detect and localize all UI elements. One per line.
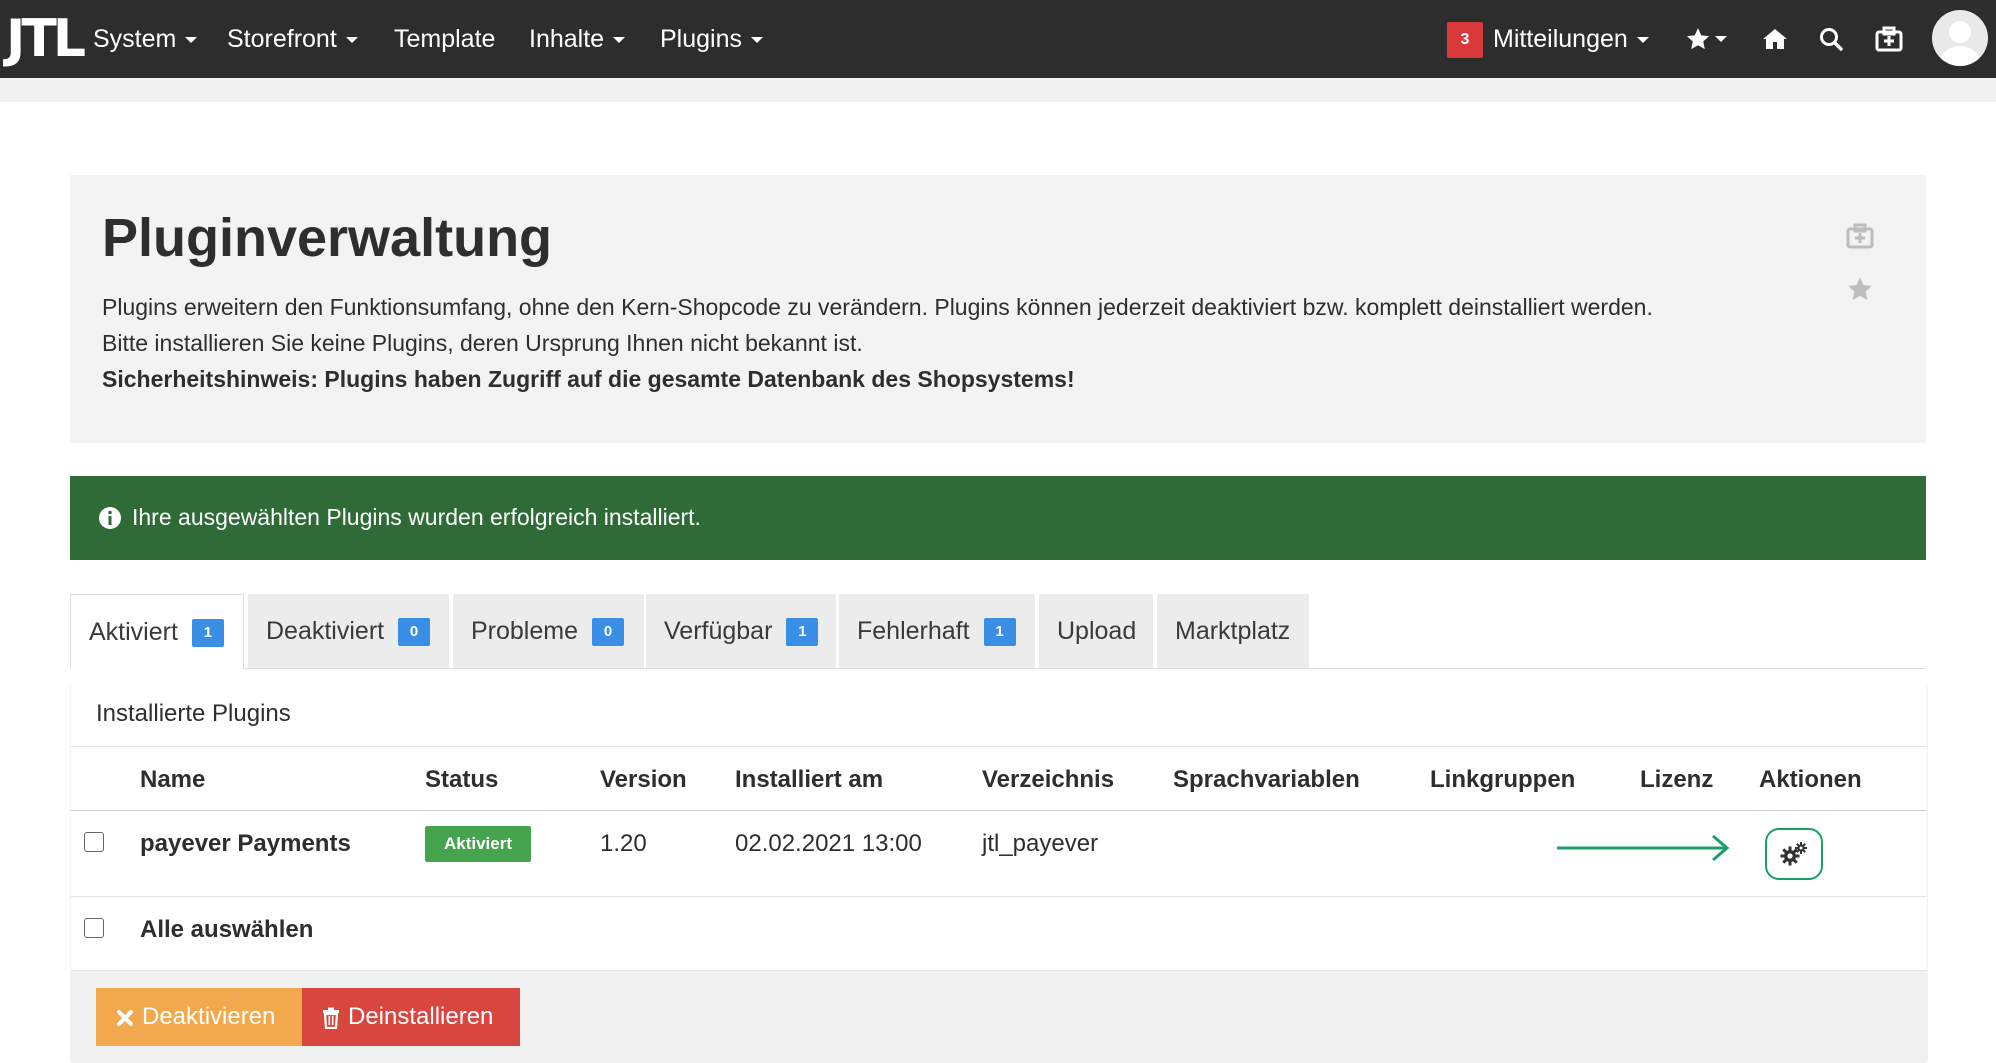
plugin-name: payever Payments xyxy=(140,830,351,857)
uninstall-button[interactable]: Deinstallieren xyxy=(302,988,520,1046)
chevron-down-icon xyxy=(1715,36,1727,42)
tabs-border xyxy=(70,668,1926,669)
search-icon xyxy=(1820,28,1843,51)
user-icon xyxy=(1938,21,1982,66)
nav-storefront[interactable]: Storefront xyxy=(227,0,358,78)
info-icon xyxy=(99,507,121,529)
jtl-logo[interactable]: JTL xyxy=(6,10,86,68)
column-header-name: Name xyxy=(140,766,206,793)
divider xyxy=(71,810,1927,811)
tab-upload[interactable]: Upload xyxy=(1039,594,1153,668)
tab-label: Aktiviert xyxy=(89,618,178,646)
select-all-label[interactable]: Alle auswählen xyxy=(140,916,313,944)
tab-count-badge: 1 xyxy=(983,618,1016,647)
nav-plugins[interactable]: Plugins xyxy=(660,0,763,78)
nav-inhalte-label: Inhalte xyxy=(529,25,605,53)
tab-deaktiviert[interactable]: Deaktiviert 0 xyxy=(248,594,449,668)
help-link[interactable] xyxy=(1846,223,1876,253)
chevron-down-icon xyxy=(613,37,626,44)
nav-system-label: System xyxy=(93,25,177,53)
gears-icon xyxy=(1780,842,1807,866)
help-button[interactable] xyxy=(1872,22,1906,56)
nav-notifications[interactable]: 3 Mitteilungen xyxy=(1447,0,1649,78)
tab-label: Deaktiviert xyxy=(266,617,385,645)
nav-system[interactable]: System xyxy=(93,0,198,78)
nav-template[interactable]: Template xyxy=(394,0,495,78)
tab-label: Probleme xyxy=(471,617,578,645)
alert-message: Ihre ausgewählten Plugins wurden erfolgr… xyxy=(132,504,701,530)
select-all-checkbox[interactable] xyxy=(84,918,104,938)
description-text: Plugins erweitern den Funktionsumfang, o… xyxy=(102,294,1653,356)
tab-count-badge: 1 xyxy=(786,618,819,647)
tab-fehlerhaft[interactable]: Fehlerhaft 1 xyxy=(839,594,1035,668)
panel-heading: Installierte Plugins xyxy=(96,700,291,727)
close-icon xyxy=(117,1009,133,1026)
plugin-directory: jtl_payever xyxy=(982,830,1099,857)
success-alert: Ihre ausgewählten Plugins wurden erfolgr… xyxy=(70,476,1926,560)
deactivate-button[interactable]: Deaktivieren xyxy=(96,988,302,1046)
column-header-installed: Installiert am xyxy=(735,766,884,793)
search-button[interactable] xyxy=(1814,22,1848,56)
arrow-annotation-icon xyxy=(1557,834,1730,862)
favorites-dropdown[interactable] xyxy=(1680,22,1732,56)
plugin-settings-button[interactable] xyxy=(1765,828,1823,880)
chevron-down-icon xyxy=(185,37,198,44)
nav-template-label: Template xyxy=(394,25,496,53)
tab-marktplatz[interactable]: Marktplatz xyxy=(1157,594,1309,668)
security-note: Sicherheitshinweis: Plugins haben Zugrif… xyxy=(102,366,1075,392)
nav-plugins-label: Plugins xyxy=(660,25,742,53)
tab-count-badge: 0 xyxy=(398,618,431,647)
column-header-link-groups: Linkgruppen xyxy=(1430,766,1576,793)
star-icon xyxy=(1848,277,1872,300)
nav-storefront-label: Storefront xyxy=(227,25,337,53)
chevron-down-icon xyxy=(1636,37,1649,44)
star-icon xyxy=(1686,28,1710,50)
column-header-language-vars: Sprachvariablen xyxy=(1173,766,1360,793)
notifications-count-badge: 3 xyxy=(1447,22,1483,59)
tab-count-badge: 0 xyxy=(592,618,624,647)
user-avatar[interactable] xyxy=(1932,10,1988,66)
tab-aktiviert[interactable]: Aktiviert 1 xyxy=(70,594,244,669)
column-header-license: Lizenz xyxy=(1640,766,1714,793)
deactivate-label: Deaktivieren xyxy=(142,1003,276,1030)
page-description: Plugins erweitern den Funktionsumfang, o… xyxy=(102,289,1702,397)
top-navbar: JTL System Storefront Template Inhalte P… xyxy=(0,0,1996,78)
column-header-status: Status xyxy=(425,766,499,793)
divider xyxy=(71,746,1927,747)
status-badge: Aktiviert xyxy=(425,826,531,862)
installed-plugins-panel: Installierte Plugins Name Status Version… xyxy=(70,686,1928,1063)
tab-label: Verfügbar xyxy=(664,617,773,645)
tab-label: Upload xyxy=(1057,617,1137,645)
tab-probleme[interactable]: Probleme 0 xyxy=(453,594,644,668)
column-header-directory: Verzeichnis xyxy=(982,766,1115,793)
trash-icon xyxy=(323,1007,339,1029)
tab-label: Marktplatz xyxy=(1175,617,1291,645)
home-button[interactable] xyxy=(1758,22,1792,56)
medkit-icon xyxy=(1846,223,1874,249)
nav-inhalte[interactable]: Inhalte xyxy=(529,0,626,78)
page-header-panel: Pluginverwaltung Plugins erweitern den F… xyxy=(70,175,1926,443)
tab-verfuegbar[interactable]: Verfügbar 1 xyxy=(646,594,836,668)
tab-label: Fehlerhaft xyxy=(857,617,970,645)
sub-header-bar xyxy=(0,78,1996,102)
nav-notifications-label: Mitteilungen xyxy=(1493,25,1628,53)
tab-count-badge: 1 xyxy=(191,619,224,648)
home-icon xyxy=(1763,29,1787,49)
column-header-actions: Aktionen xyxy=(1759,766,1862,793)
add-favorite-button[interactable] xyxy=(1846,275,1876,305)
plugin-installed-date: 02.02.2021 13:00 xyxy=(735,830,922,857)
plugin-version: 1.20 xyxy=(600,830,647,857)
uninstall-label: Deinstallieren xyxy=(348,1003,494,1030)
chevron-down-icon xyxy=(751,37,763,44)
column-header-version: Version xyxy=(600,766,687,793)
medkit-icon xyxy=(1875,26,1903,52)
page-title: Pluginverwaltung xyxy=(102,208,553,268)
divider xyxy=(71,896,1927,897)
row-checkbox[interactable] xyxy=(84,832,104,852)
chevron-down-icon xyxy=(345,37,358,44)
